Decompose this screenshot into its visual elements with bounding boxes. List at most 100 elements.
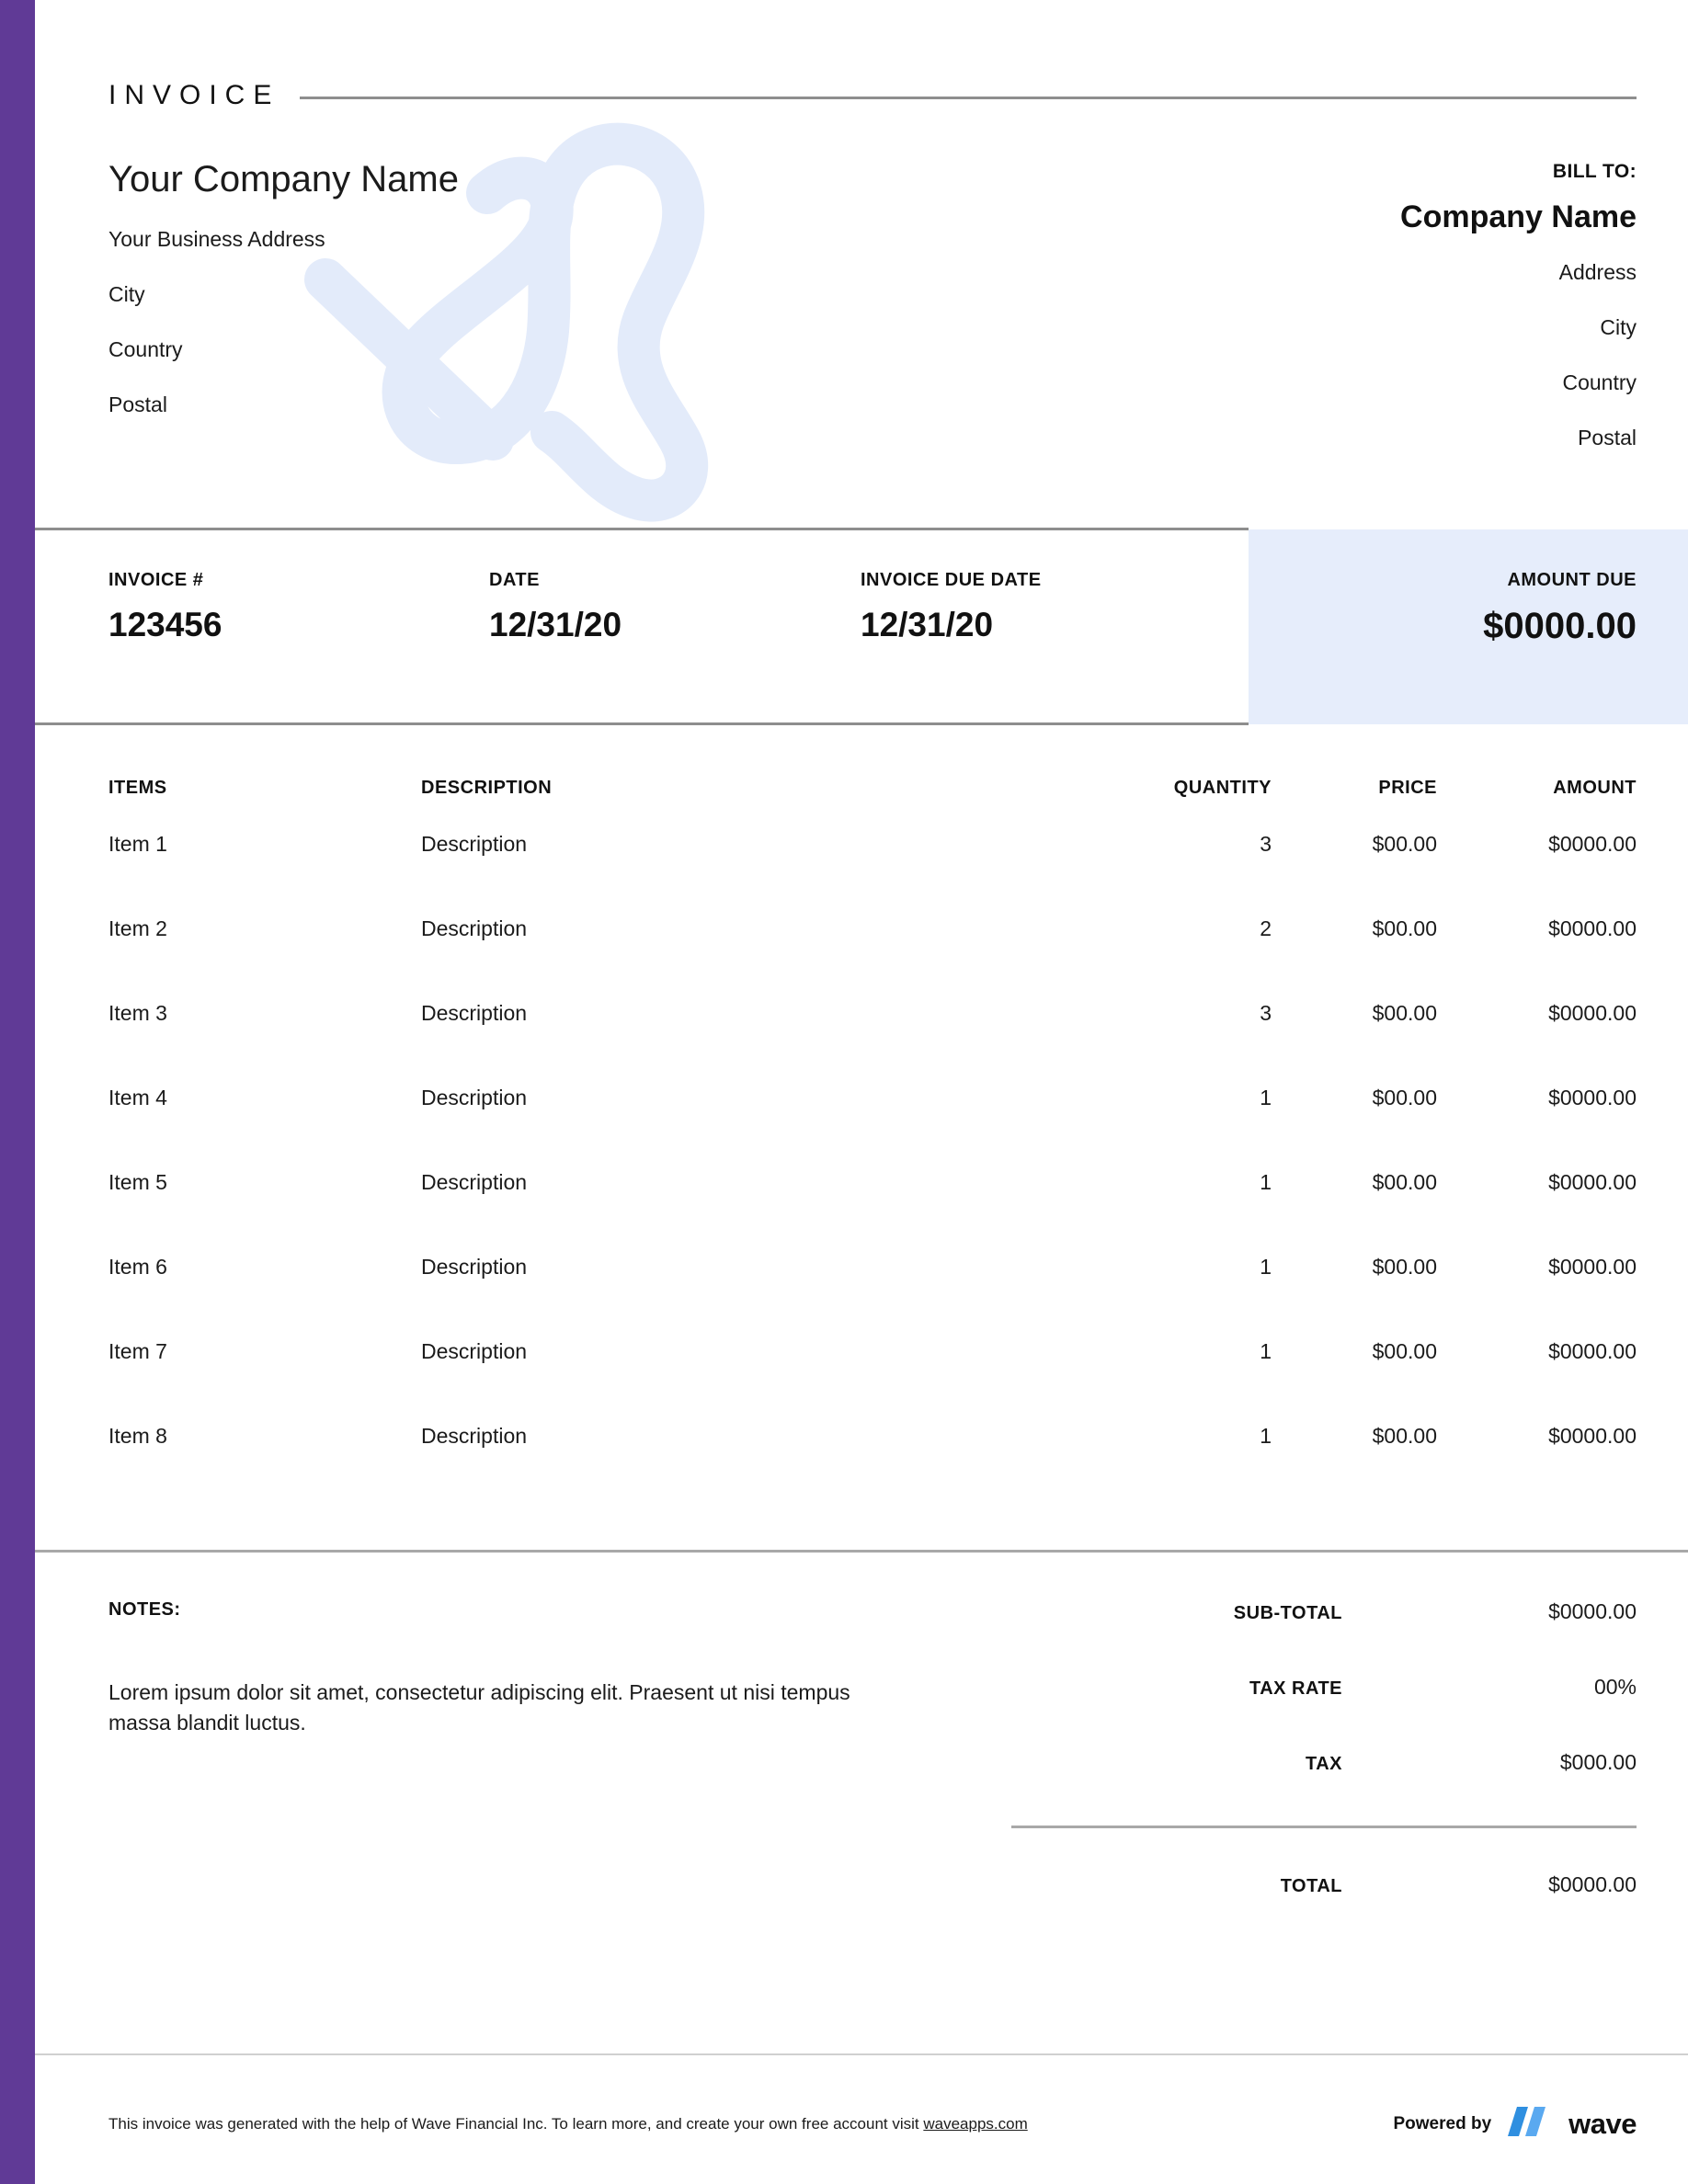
cell-item: Item 6 — [108, 1255, 421, 1280]
cell-quantity: 1 — [1065, 1339, 1272, 1364]
cell-amount: $0000.00 — [1437, 1086, 1637, 1110]
cell-price: $00.00 — [1272, 1001, 1437, 1026]
cell-price: $00.00 — [1272, 916, 1437, 941]
cell-price: $00.00 — [1272, 1339, 1437, 1364]
table-row: Item 8 Description 1 $00.00 $0000.00 — [108, 1424, 1637, 1508]
cell-price: $00.00 — [1272, 1424, 1437, 1449]
tax-rate-value: 00% — [1342, 1675, 1637, 1700]
notes-section: NOTES: Lorem ipsum dolor sit amet, conse… — [108, 1599, 918, 1739]
tax-label: TAX — [1011, 1754, 1342, 1775]
column-header-items: ITEMS — [108, 778, 421, 799]
sub-total-label: SUB-TOTAL — [1011, 1603, 1342, 1624]
sub-total-row: SUB-TOTAL $0000.00 — [1011, 1599, 1637, 1624]
cell-description: Description — [421, 1170, 1065, 1195]
powered-by-label: Powered by — [1394, 2114, 1492, 2134]
totals-divider — [1011, 1826, 1637, 1828]
bill-to-address: BILL TO: Company Name Address City Count… — [1400, 161, 1637, 449]
sub-total-value: $0000.00 — [1342, 1599, 1637, 1624]
cell-item: Item 7 — [108, 1339, 421, 1364]
grand-total-row: TOTAL $0000.00 — [1011, 1872, 1637, 1897]
cell-price: $00.00 — [1272, 1170, 1437, 1195]
table-row: Item 1 Description 3 $00.00 $0000.00 — [108, 832, 1637, 916]
table-body: Item 1 Description 3 $00.00 $0000.00 Ite… — [108, 832, 1637, 1508]
waveapps-link[interactable]: waveapps.com — [923, 2115, 1027, 2133]
table-row: Item 5 Description 1 $00.00 $0000.00 — [108, 1170, 1637, 1255]
page-title: INVOICE — [108, 82, 279, 109]
page-footer: This invoice was generated with the help… — [108, 2105, 1637, 2143]
powered-by-wave: Powered by wave — [1394, 2105, 1637, 2143]
cell-amount: $0000.00 — [1437, 1170, 1637, 1195]
bill-to-address-line: City — [1400, 317, 1637, 338]
cell-description: Description — [421, 916, 1065, 941]
table-row: Item 3 Description 3 $00.00 $0000.00 — [108, 1001, 1637, 1086]
amount-due-label: AMOUNT DUE — [108, 570, 1637, 591]
cell-quantity: 3 — [1065, 1001, 1272, 1026]
bill-to-address-line: Address — [1400, 262, 1637, 283]
seller-address-line: Postal — [108, 394, 459, 415]
cell-amount: $0000.00 — [1437, 916, 1637, 941]
wave-wordmark: wave — [1568, 2110, 1637, 2138]
table-row: Item 6 Description 1 $00.00 $0000.00 — [108, 1255, 1637, 1339]
wave-logo-icon — [1504, 2105, 1556, 2143]
footer-disclaimer: This invoice was generated with the help… — [108, 2115, 1028, 2133]
cell-item: Item 3 — [108, 1001, 421, 1026]
cell-quantity: 2 — [1065, 916, 1272, 941]
cell-item: Item 5 — [108, 1170, 421, 1195]
totals-section: SUB-TOTAL $0000.00 TAX RATE 00% TAX $000… — [1011, 1599, 1637, 1897]
amount-due-value: $0000.00 — [108, 608, 1637, 644]
cell-description: Description — [421, 1339, 1065, 1364]
seller-address-line: Country — [108, 339, 459, 360]
bill-to-company-name: Company Name — [1400, 201, 1637, 233]
cell-quantity: 1 — [1065, 1170, 1272, 1195]
table-header-row: ITEMS DESCRIPTION QUANTITY PRICE AMOUNT — [108, 778, 1637, 832]
cell-price: $00.00 — [1272, 1255, 1437, 1280]
invoice-meta-strip: INVOICE # 123456 DATE 12/31/20 INVOICE D… — [108, 529, 1637, 724]
cell-description: Description — [421, 1424, 1065, 1449]
cell-description: Description — [421, 1255, 1065, 1280]
footer-divider — [35, 2053, 1688, 2055]
cell-price: $00.00 — [1272, 1086, 1437, 1110]
bill-to-label: BILL TO: — [1400, 161, 1637, 183]
cell-amount: $0000.00 — [1437, 1339, 1637, 1364]
cell-amount: $0000.00 — [1437, 1255, 1637, 1280]
invoice-page: INVOICE Your Company Name Your Business … — [0, 0, 1688, 2184]
table-row: Item 7 Description 1 $00.00 $0000.00 — [108, 1339, 1637, 1424]
total-value: $0000.00 — [1342, 1872, 1637, 1897]
left-accent-bar — [0, 0, 35, 2184]
table-row: Item 4 Description 1 $00.00 $0000.00 — [108, 1086, 1637, 1170]
seller-address: Your Company Name Your Business Address … — [108, 161, 459, 449]
tax-rate-label: TAX RATE — [1011, 1678, 1342, 1700]
column-header-quantity: QUANTITY — [1065, 778, 1272, 799]
cell-amount: $0000.00 — [1437, 1001, 1637, 1026]
bill-to-address-line: Country — [1400, 372, 1637, 393]
column-header-description: DESCRIPTION — [421, 778, 1065, 799]
cell-quantity: 1 — [1065, 1086, 1272, 1110]
notes-section-divider — [35, 1550, 1688, 1553]
title-divider — [300, 97, 1637, 99]
cell-item: Item 2 — [108, 916, 421, 941]
cell-item: Item 4 — [108, 1086, 421, 1110]
amount-due-cell: AMOUNT DUE $0000.00 — [108, 570, 1637, 644]
column-header-amount: AMOUNT — [1437, 778, 1637, 799]
notes-label: NOTES: — [108, 1599, 918, 1621]
cell-amount: $0000.00 — [1437, 1424, 1637, 1449]
cell-description: Description — [421, 832, 1065, 857]
cell-description: Description — [421, 1086, 1065, 1110]
cell-description: Description — [421, 1001, 1065, 1026]
seller-address-line: Your Business Address — [108, 229, 459, 250]
footer-disclaimer-text: This invoice was generated with the help… — [108, 2115, 923, 2133]
table-row: Item 2 Description 2 $00.00 $0000.00 — [108, 916, 1637, 1001]
column-header-price: PRICE — [1272, 778, 1437, 799]
line-items-table: ITEMS DESCRIPTION QUANTITY PRICE AMOUNT … — [108, 778, 1637, 1508]
cell-quantity: 1 — [1065, 1424, 1272, 1449]
total-label: TOTAL — [1011, 1876, 1342, 1897]
cell-item: Item 8 — [108, 1424, 421, 1449]
tax-value: $000.00 — [1342, 1750, 1637, 1775]
cell-quantity: 3 — [1065, 832, 1272, 857]
bill-to-address-line: Postal — [1400, 427, 1637, 449]
page-title-row: INVOICE — [108, 75, 1637, 116]
cell-quantity: 1 — [1065, 1255, 1272, 1280]
seller-company-name: Your Company Name — [108, 161, 459, 198]
cell-price: $00.00 — [1272, 832, 1437, 857]
address-block: Your Company Name Your Business Address … — [108, 161, 1637, 449]
